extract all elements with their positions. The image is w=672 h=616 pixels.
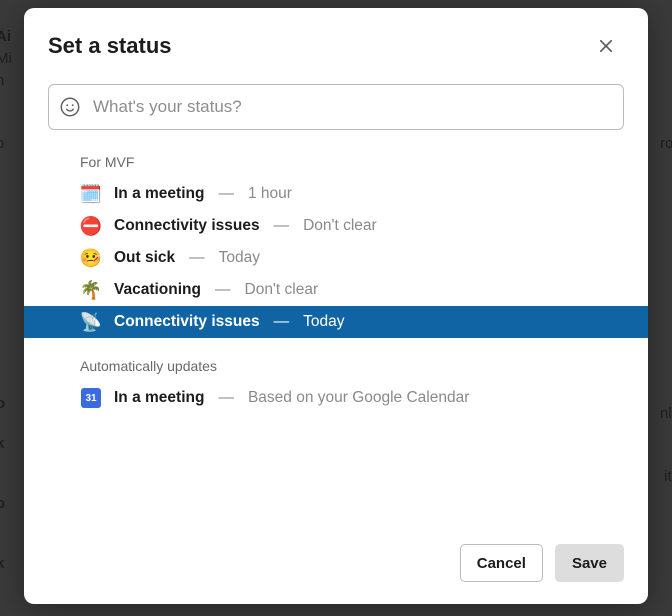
status-input-wrap[interactable] (48, 84, 624, 130)
modal-header: Set a status (24, 8, 648, 76)
status-option-auto-meeting[interactable]: 31 In a meeting — Based on your Google C… (24, 382, 648, 414)
save-button[interactable]: Save (555, 544, 624, 582)
status-duration: Based on your Google Calendar (248, 389, 469, 407)
sick-emoji-icon: 🤒 (80, 247, 102, 269)
status-input[interactable] (91, 96, 613, 118)
status-duration: Today (219, 249, 260, 267)
calendar-emoji-icon: 🗓️ (80, 183, 102, 205)
close-icon (597, 37, 615, 55)
antenna-emoji-icon: 📡 (80, 311, 102, 333)
status-label: Vacationing (114, 281, 201, 299)
status-label: Out sick (114, 249, 175, 267)
status-duration: Don't clear (303, 217, 377, 235)
status-duration: Today (303, 313, 344, 331)
status-duration: Don't clear (245, 281, 319, 299)
google-calendar-icon: 31 (80, 387, 102, 409)
status-option-connectivity-today[interactable]: 📡 Connectivity issues — Today (24, 306, 648, 338)
smiley-icon (59, 96, 81, 118)
status-duration: 1 hour (248, 185, 292, 203)
status-label: Connectivity issues (114, 217, 260, 235)
status-label: Connectivity issues (114, 313, 260, 331)
palm-emoji-icon: 🌴 (80, 279, 102, 301)
modal-footer: Cancel Save (24, 528, 648, 604)
status-option-connectivity[interactable]: ⛔ Connectivity issues — Don't clear (24, 210, 648, 242)
status-label: In a meeting (114, 185, 204, 203)
section-label-auto: Automatically updates (24, 338, 648, 382)
close-button[interactable] (588, 28, 624, 64)
status-option-sick[interactable]: 🤒 Out sick — Today (24, 242, 648, 274)
status-option-meeting[interactable]: 🗓️ In a meeting — 1 hour (24, 178, 648, 210)
modal-title: Set a status (48, 33, 172, 59)
set-status-modal: Set a status For MVF 🗓️ In a meeting — 1… (24, 8, 648, 604)
status-option-vacation[interactable]: 🌴 Vacationing — Don't clear (24, 274, 648, 306)
status-label: In a meeting (114, 389, 204, 407)
no-entry-emoji-icon: ⛔ (80, 215, 102, 237)
cancel-button[interactable]: Cancel (460, 544, 543, 582)
section-label-for: For MVF (24, 144, 648, 178)
